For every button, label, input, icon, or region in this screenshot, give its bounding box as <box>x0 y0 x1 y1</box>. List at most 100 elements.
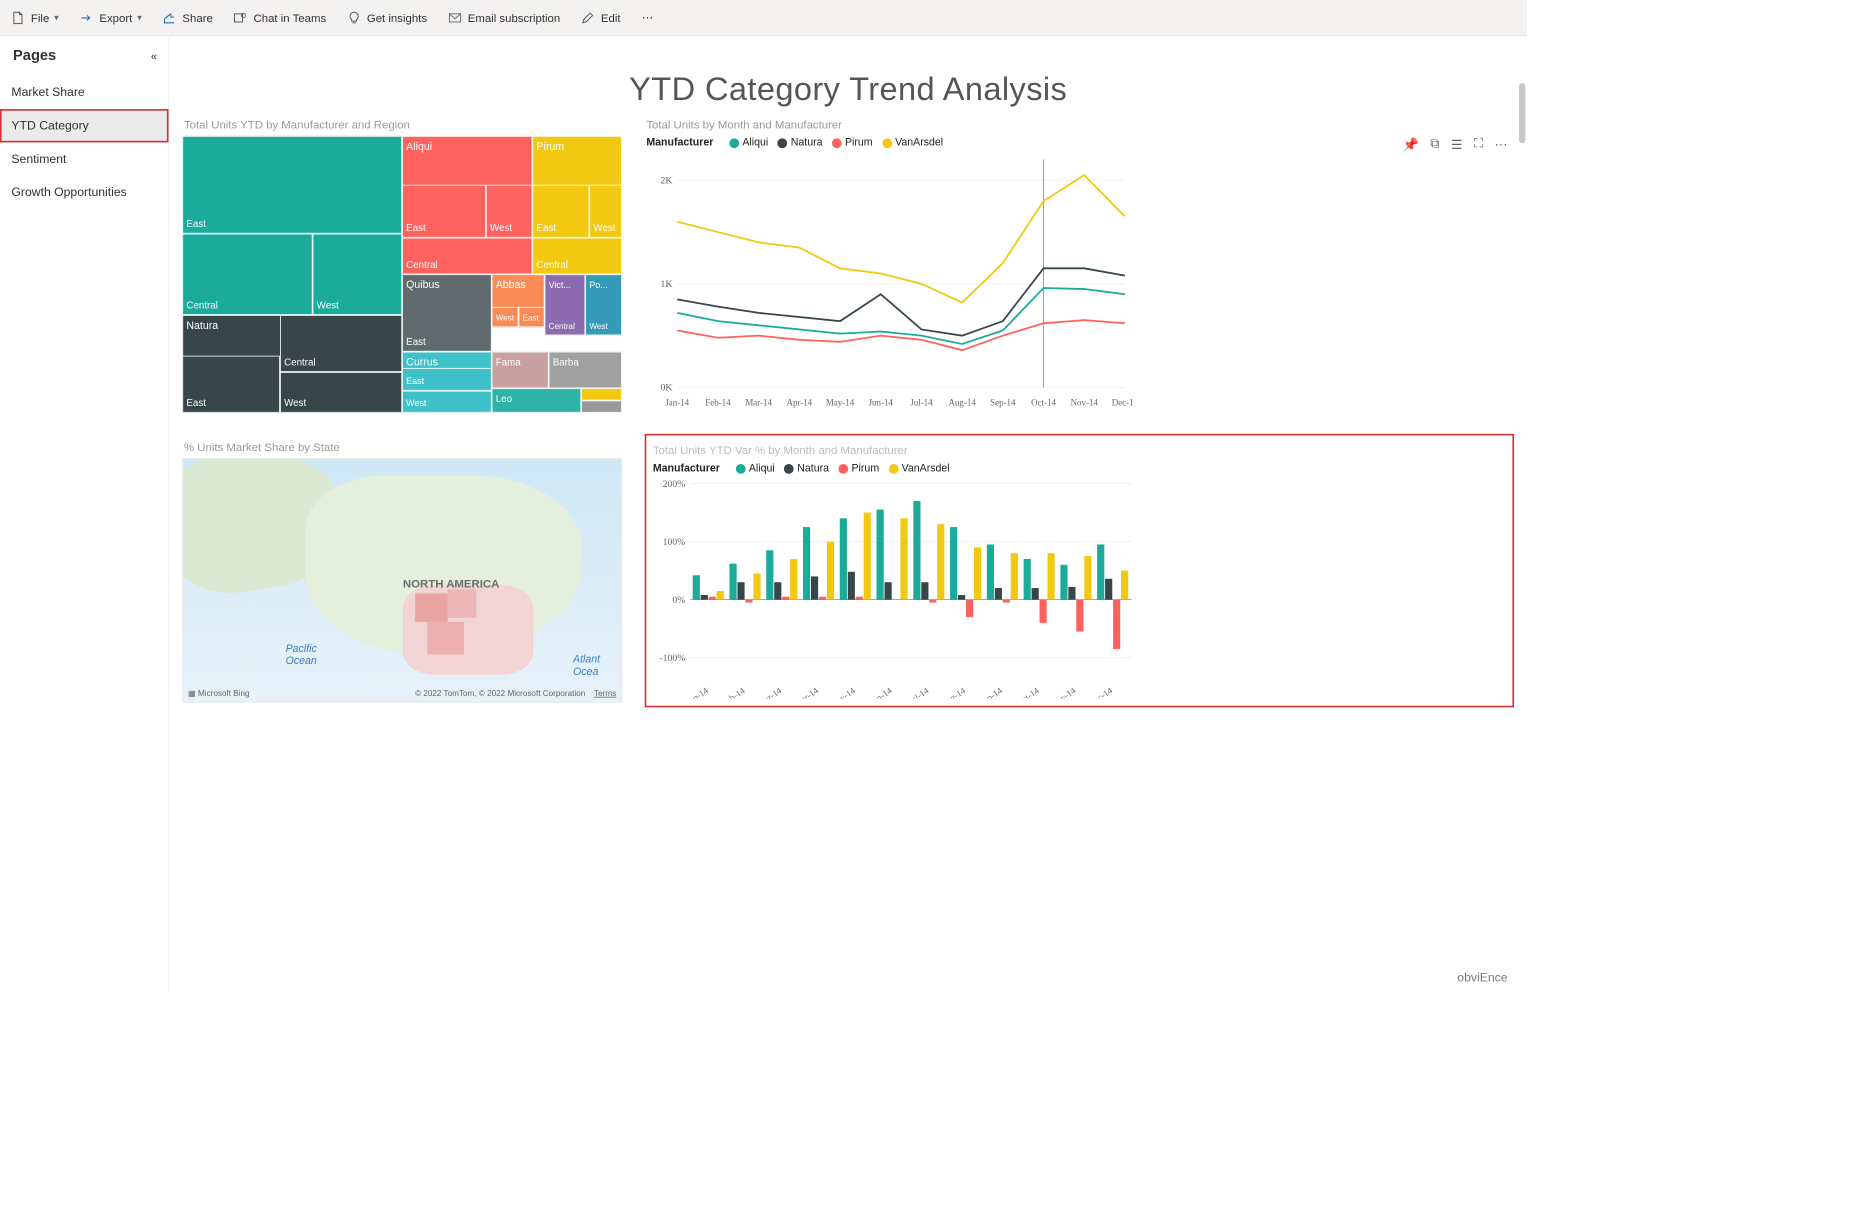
treemap-region-label: Central <box>186 300 217 311</box>
svg-text:Nov-14: Nov-14 <box>1049 685 1078 698</box>
legend-swatch-aliqui <box>736 464 746 474</box>
svg-text:Jun-14: Jun-14 <box>869 397 894 407</box>
legend-text: Aliqui <box>749 462 775 474</box>
treemap-region-label: West <box>317 300 339 311</box>
legend-swatch-vanarsdel <box>889 464 899 474</box>
legend-text: VanArsdel <box>902 462 950 474</box>
svg-text:Oct-14: Oct-14 <box>1015 685 1042 698</box>
sidebar-page-growth-opportunities[interactable]: Growth Opportunities <box>0 176 168 209</box>
legend-swatch-pirum <box>838 464 848 474</box>
treemap-cell-barba: Barba <box>553 357 579 368</box>
sidebar-page-label: Growth Opportunities <box>11 186 126 200</box>
legend-label: Manufacturer <box>653 462 720 474</box>
share-label: Share <box>182 11 212 24</box>
treemap-cell-aliqui: Aliqui <box>406 140 432 152</box>
svg-text:Feb-14: Feb-14 <box>720 685 747 698</box>
treemap-title: Total Units YTD by Manufacturer and Regi… <box>184 118 622 131</box>
email-subscription-button[interactable]: Email subscription <box>448 11 560 24</box>
treemap-body[interactable]: VanArsdel East Central West Natura East … <box>182 136 622 413</box>
treemap-cell-currus: Currus <box>406 356 438 368</box>
svg-text:Dec-14: Dec-14 <box>1087 685 1115 698</box>
scrollbar[interactable] <box>1519 83 1526 143</box>
bar-chart-svg: -100%0%100%200%Jan-14Feb-14Mar-14Apr-14M… <box>651 477 1139 698</box>
legend-text: Aliqui <box>742 136 768 148</box>
chat-teams-button[interactable]: Chat in Teams <box>234 11 326 24</box>
legend-swatch-vanarsdel <box>882 138 892 148</box>
line-chart-legend: Manufacturer Aliqui Natura Pirum VanArsd… <box>646 136 1514 148</box>
file-label: File <box>31 11 49 24</box>
map-continent-label: NORTH AMERICA <box>403 577 499 590</box>
svg-text:Jul-14: Jul-14 <box>910 397 933 407</box>
treemap-region-label: Central <box>549 322 575 331</box>
email-subscription-label: Email subscription <box>468 11 560 24</box>
file-menu[interactable]: File ▾ <box>11 11 58 24</box>
share-button[interactable]: Share <box>163 11 213 24</box>
map-visual[interactable]: % Units Market Share by State NORTH AMER… <box>182 434 622 708</box>
treemap-cell-leo: Leo <box>496 393 512 404</box>
export-label: Export <box>99 11 132 24</box>
treemap-region-label: West <box>589 322 607 331</box>
legend-text: Pirum <box>851 462 879 474</box>
chevron-down-icon: ▾ <box>137 12 142 23</box>
svg-text:Sep-14: Sep-14 <box>977 685 1004 698</box>
legend-text: Natura <box>791 136 823 148</box>
treemap-cell-victoria: Vict... <box>549 281 571 291</box>
svg-text:0%: 0% <box>672 595 685 606</box>
edit-button[interactable]: Edit <box>581 11 620 24</box>
bar-chart-title: Total Units YTD Var % by Month and Manuf… <box>653 444 1508 457</box>
treemap-cell-fama: Fama <box>496 357 521 368</box>
action-toolbar: File ▾ Export ▾ Share Chat in Teams Get in… <box>0 0 1527 36</box>
svg-text:May-14: May-14 <box>828 685 857 698</box>
chevron-down-icon: ▾ <box>54 12 59 23</box>
treemap-cell-quibus: Quibus <box>406 278 440 290</box>
map-terms-link[interactable]: Terms <box>594 689 616 698</box>
legend-text: VanArsdel <box>895 136 943 148</box>
sidebar-page-label: Sentiment <box>11 152 66 166</box>
get-insights-button[interactable]: Get insights <box>347 11 427 24</box>
sidebar-page-ytd-category[interactable]: YTD Category <box>0 109 168 142</box>
more-options-button[interactable]: ⋯ <box>642 11 653 25</box>
bar-chart-visual[interactable]: Total Units YTD Var % by Month and Manuf… <box>645 434 1514 708</box>
svg-text:May-14: May-14 <box>826 397 855 407</box>
bar-chart-legend: Manufacturer Aliqui Natura Pirum VanArsd… <box>653 462 1508 474</box>
treemap-cell-pirum: Pirum <box>536 140 564 152</box>
legend-text: Pirum <box>845 136 873 148</box>
sidebar-page-sentiment[interactable]: Sentiment <box>0 142 168 175</box>
treemap-visual[interactable]: Total Units YTD by Manufacturer and Regi… <box>182 112 622 415</box>
sidebar-page-label: Market Share <box>11 85 84 99</box>
svg-text:200%: 200% <box>663 479 686 490</box>
edit-label: Edit <box>601 11 621 24</box>
treemap-region-label: Central <box>406 259 437 270</box>
line-chart-svg: 0K1K2KJan-14Feb-14Mar-14Apr-14May-14Jun-… <box>645 151 1133 411</box>
treemap-cell-pomum: Po... <box>589 281 607 291</box>
svg-text:Sep-14: Sep-14 <box>990 397 1016 407</box>
legend-swatch-natura <box>778 138 788 148</box>
report-title: YTD Category Trend Analysis <box>182 72 1514 109</box>
report-canvas: YTD Category Trend Analysis 📌 ⧉ ☰ ⛶ ⋯ To… <box>169 36 1527 993</box>
treemap-region-label: West <box>284 397 306 408</box>
svg-text:0K: 0K <box>660 383 672 394</box>
svg-text:Dec-14: Dec-14 <box>1112 397 1133 407</box>
line-chart-title: Total Units by Month and Manufacturer <box>646 118 1514 131</box>
treemap-region-label: West <box>406 399 426 409</box>
svg-text:Jun-14: Jun-14 <box>868 685 894 698</box>
svg-text:Jan-14: Jan-14 <box>685 685 711 698</box>
treemap-region-label: Central <box>284 357 315 368</box>
svg-text:Mar-14: Mar-14 <box>756 685 784 698</box>
svg-text:-100%: -100% <box>659 653 685 664</box>
sidebar-page-market-share[interactable]: Market Share <box>0 76 168 109</box>
treemap-region-label: West <box>490 222 512 233</box>
svg-text:Nov-14: Nov-14 <box>1071 397 1099 407</box>
treemap-region-label: Central <box>536 259 567 270</box>
treemap-cell-abbas: Abbas <box>496 278 526 290</box>
map-atlantic-label: Atlant Ocea <box>573 653 618 677</box>
treemap-region-label: West <box>593 222 615 233</box>
line-chart-visual[interactable]: Total Units by Month and Manufacturer Ma… <box>645 112 1514 415</box>
treemap-cell-natura: Natura <box>186 319 218 331</box>
svg-text:Apr-14: Apr-14 <box>787 397 813 407</box>
svg-text:100%: 100% <box>663 537 686 548</box>
export-menu[interactable]: Export ▾ <box>80 11 142 24</box>
treemap-region-label: East <box>186 397 206 408</box>
collapse-sidebar-icon[interactable]: « <box>151 49 157 62</box>
treemap-region-label: East <box>406 222 426 233</box>
